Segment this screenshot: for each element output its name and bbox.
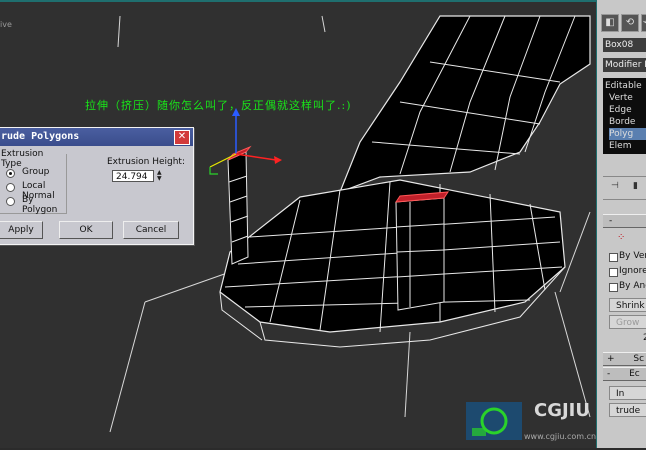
- show-result-icon[interactable]: ▮: [633, 181, 638, 191]
- radio-group-label: Group: [22, 167, 50, 177]
- by-angle-checkbox[interactable]: [609, 283, 618, 292]
- stack-item-element[interactable]: Elem: [609, 140, 646, 152]
- stack-item-border[interactable]: Borde: [609, 116, 646, 128]
- radio-local-normal[interactable]: [6, 183, 15, 192]
- modify-tab-icon[interactable]: ◧: [601, 14, 619, 32]
- extrude-polygons-dialog: rude Polygons ✕ Extrusion Type Group Loc…: [0, 127, 194, 245]
- rollout-sign: +: [607, 354, 615, 364]
- edit-polygons-rollout[interactable]: - Ec: [603, 367, 646, 381]
- ok-button[interactable]: OK: [59, 221, 113, 239]
- grow-button[interactable]: Grow: [609, 315, 646, 329]
- stack-item-polygon[interactable]: Polyg: [609, 128, 646, 140]
- by-vertex-checkbox[interactable]: [609, 253, 618, 262]
- stack-item-editable[interactable]: Editable: [605, 80, 643, 92]
- watermark-logo-icon: [466, 402, 522, 440]
- polygon-mode-icon[interactable]: ⁘: [617, 232, 625, 243]
- radio-by-polygon[interactable]: [6, 197, 15, 206]
- modifier-list-dropdown[interactable]: Modifier List: [603, 58, 646, 72]
- ignore-backfacing-label: Ignore: [619, 266, 646, 276]
- rollout-label: Sc: [633, 354, 645, 364]
- height-spinner-icon[interactable]: ▲ ▼: [157, 170, 163, 182]
- stack-toolbar: ⊣ ▮: [603, 176, 646, 200]
- motion-tab-icon[interactable]: ⌁: [641, 14, 646, 32]
- hierarchy-tab-icon[interactable]: ⟲: [621, 14, 639, 32]
- extrusion-type-group: Extrusion Type Group Local Normal By Pol…: [0, 149, 67, 215]
- command-panel: ◧ ⟲ ⌁ Box08 Modifier List Editable Verte…: [596, 0, 646, 448]
- watermark-url: www.cgjiu.com.cn: [524, 432, 597, 441]
- rollout-sign: -: [607, 369, 611, 379]
- object-name-field[interactable]: Box08: [603, 38, 646, 52]
- by-vertex-label: By Vert: [619, 251, 646, 261]
- cancel-button[interactable]: Cancel: [123, 221, 179, 239]
- rollout-label: Ec: [629, 369, 640, 379]
- shrink-button[interactable]: Shrink: [609, 298, 646, 312]
- watermark: CGJIU www.cgjiu.com.cn: [464, 398, 646, 448]
- by-angle-label: By Ang: [619, 281, 646, 291]
- soft-selection-rollout[interactable]: + Sc: [603, 352, 646, 366]
- extrusion-height-input[interactable]: 24.794: [112, 170, 154, 182]
- ignore-backfacing-checkbox[interactable]: [609, 268, 618, 277]
- stack-item-edge[interactable]: Edge: [609, 104, 646, 116]
- dialog-title: rude Polygons: [0, 128, 193, 146]
- radio-by-polygon-label: By Polygon: [22, 195, 58, 215]
- modifier-stack: Editable Verte Edge Borde Polyg Elem: [603, 78, 646, 154]
- watermark-text: CGJIU: [534, 400, 590, 421]
- radio-group[interactable]: [6, 169, 15, 178]
- extrusion-type-label: Extrusion Type: [0, 149, 66, 169]
- pin-stack-icon[interactable]: ⊣: [611, 181, 619, 191]
- close-button[interactable]: ✕: [174, 130, 190, 145]
- apply-button[interactable]: Apply: [0, 221, 43, 239]
- extrusion-height-label: Extrusion Height:: [107, 157, 185, 167]
- perspective-viewport[interactable]: ive 拉伸（挤压）随你怎么叫了，反正偶就这样叫了.:) rude Polygo…: [0, 0, 596, 448]
- stack-item-vertex[interactable]: Verte: [609, 92, 646, 104]
- annotation-text: 拉伸（挤压）随你怎么叫了，反正偶就这样叫了.:): [85, 99, 352, 112]
- selection-rollout-header[interactable]: -: [603, 214, 646, 228]
